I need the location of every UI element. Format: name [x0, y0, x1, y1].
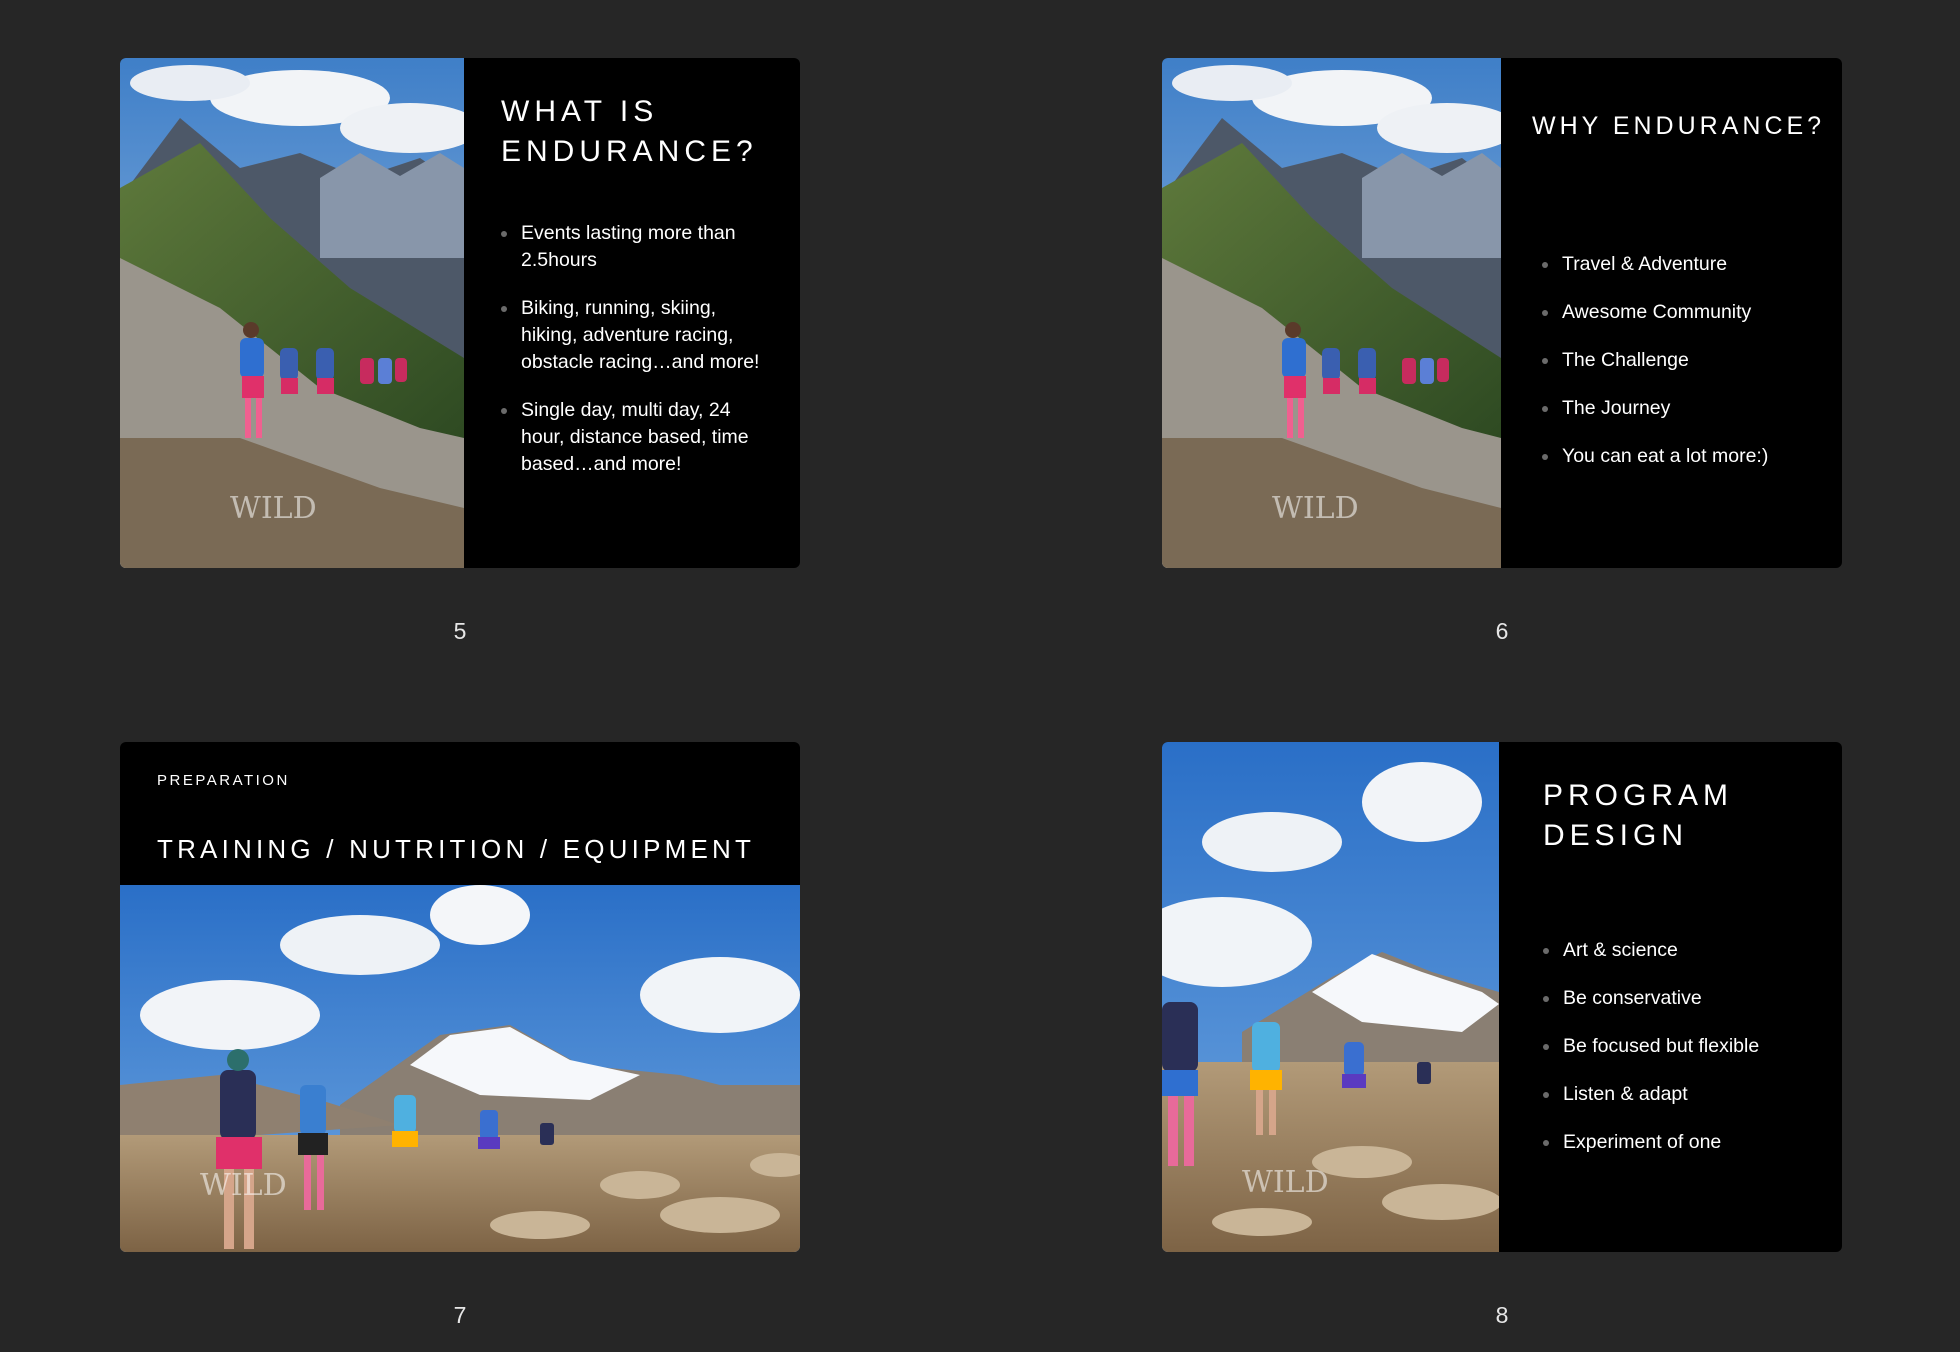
slide-title: PROGRAM DESIGN	[1543, 779, 1734, 852]
bullet-item: Art & science	[1543, 937, 1823, 964]
slide-thumbnail-5[interactable]: WILD WHAT IS ENDURANCE? Events lasting m…	[120, 58, 800, 568]
mountain-hikers-photo: WILD	[1162, 58, 1501, 568]
slide-thumbnail-6[interactable]: WILD WHY ENDURANCE? Travel & Adventure A…	[1162, 58, 1842, 568]
slide-title: WHAT IS ENDURANCE?	[501, 95, 758, 168]
bullet-item: Travel & Adventure	[1542, 251, 1822, 278]
slide-number: 6	[1495, 618, 1509, 644]
bullet-item: The Journey	[1542, 395, 1822, 422]
runners-glacier-photo: WILD	[120, 885, 800, 1252]
slide-number: 5	[453, 618, 467, 644]
bullet-item: Biking, running, skiing, hiking, adventu…	[501, 295, 771, 376]
bullet-list: Travel & Adventure Awesome Community The…	[1542, 251, 1822, 491]
slide-kicker: PREPARATION	[157, 772, 290, 789]
bullet-item: Listen & adapt	[1543, 1081, 1823, 1108]
mountain-hikers-photo: WILD	[120, 58, 464, 568]
bullet-list: Events lasting more than 2.5hours Biking…	[501, 220, 771, 499]
slide-title: WHY ENDURANCE?	[1532, 112, 1826, 140]
bullet-item: Single day, multi day, 24 hour, distance…	[501, 397, 771, 478]
bullet-item: Events lasting more than 2.5hours	[501, 220, 771, 274]
slide-number: 8	[1495, 1302, 1509, 1328]
slide-title: TRAINING / NUTRITION / EQUIPMENT	[157, 834, 756, 864]
slide-thumbnail-7[interactable]: PREPARATION TRAINING / NUTRITION / EQUIP…	[120, 742, 800, 1252]
svg-text:WILD: WILD	[1272, 491, 1359, 526]
bullet-item: You can eat a lot more:)	[1542, 443, 1822, 470]
bullet-item: Be focused but flexible	[1543, 1033, 1823, 1060]
svg-text:WILD: WILD	[230, 491, 317, 526]
bullet-item: Awesome Community	[1542, 299, 1822, 326]
bullet-item: Be conservative	[1543, 985, 1823, 1012]
svg-text:WILD: WILD	[1242, 1165, 1329, 1200]
bullet-item: The Challenge	[1542, 347, 1822, 374]
bullet-item: Experiment of one	[1543, 1129, 1823, 1156]
slide-number: 7	[453, 1302, 467, 1328]
runners-glacier-photo: WILD	[1162, 742, 1499, 1252]
slide-thumbnail-8[interactable]: WILD PROGRAM DESIGN Art & science Be con…	[1162, 742, 1842, 1252]
bullet-list: Art & science Be conservative Be focused…	[1543, 937, 1823, 1177]
svg-text:WILD: WILD	[200, 1168, 287, 1203]
